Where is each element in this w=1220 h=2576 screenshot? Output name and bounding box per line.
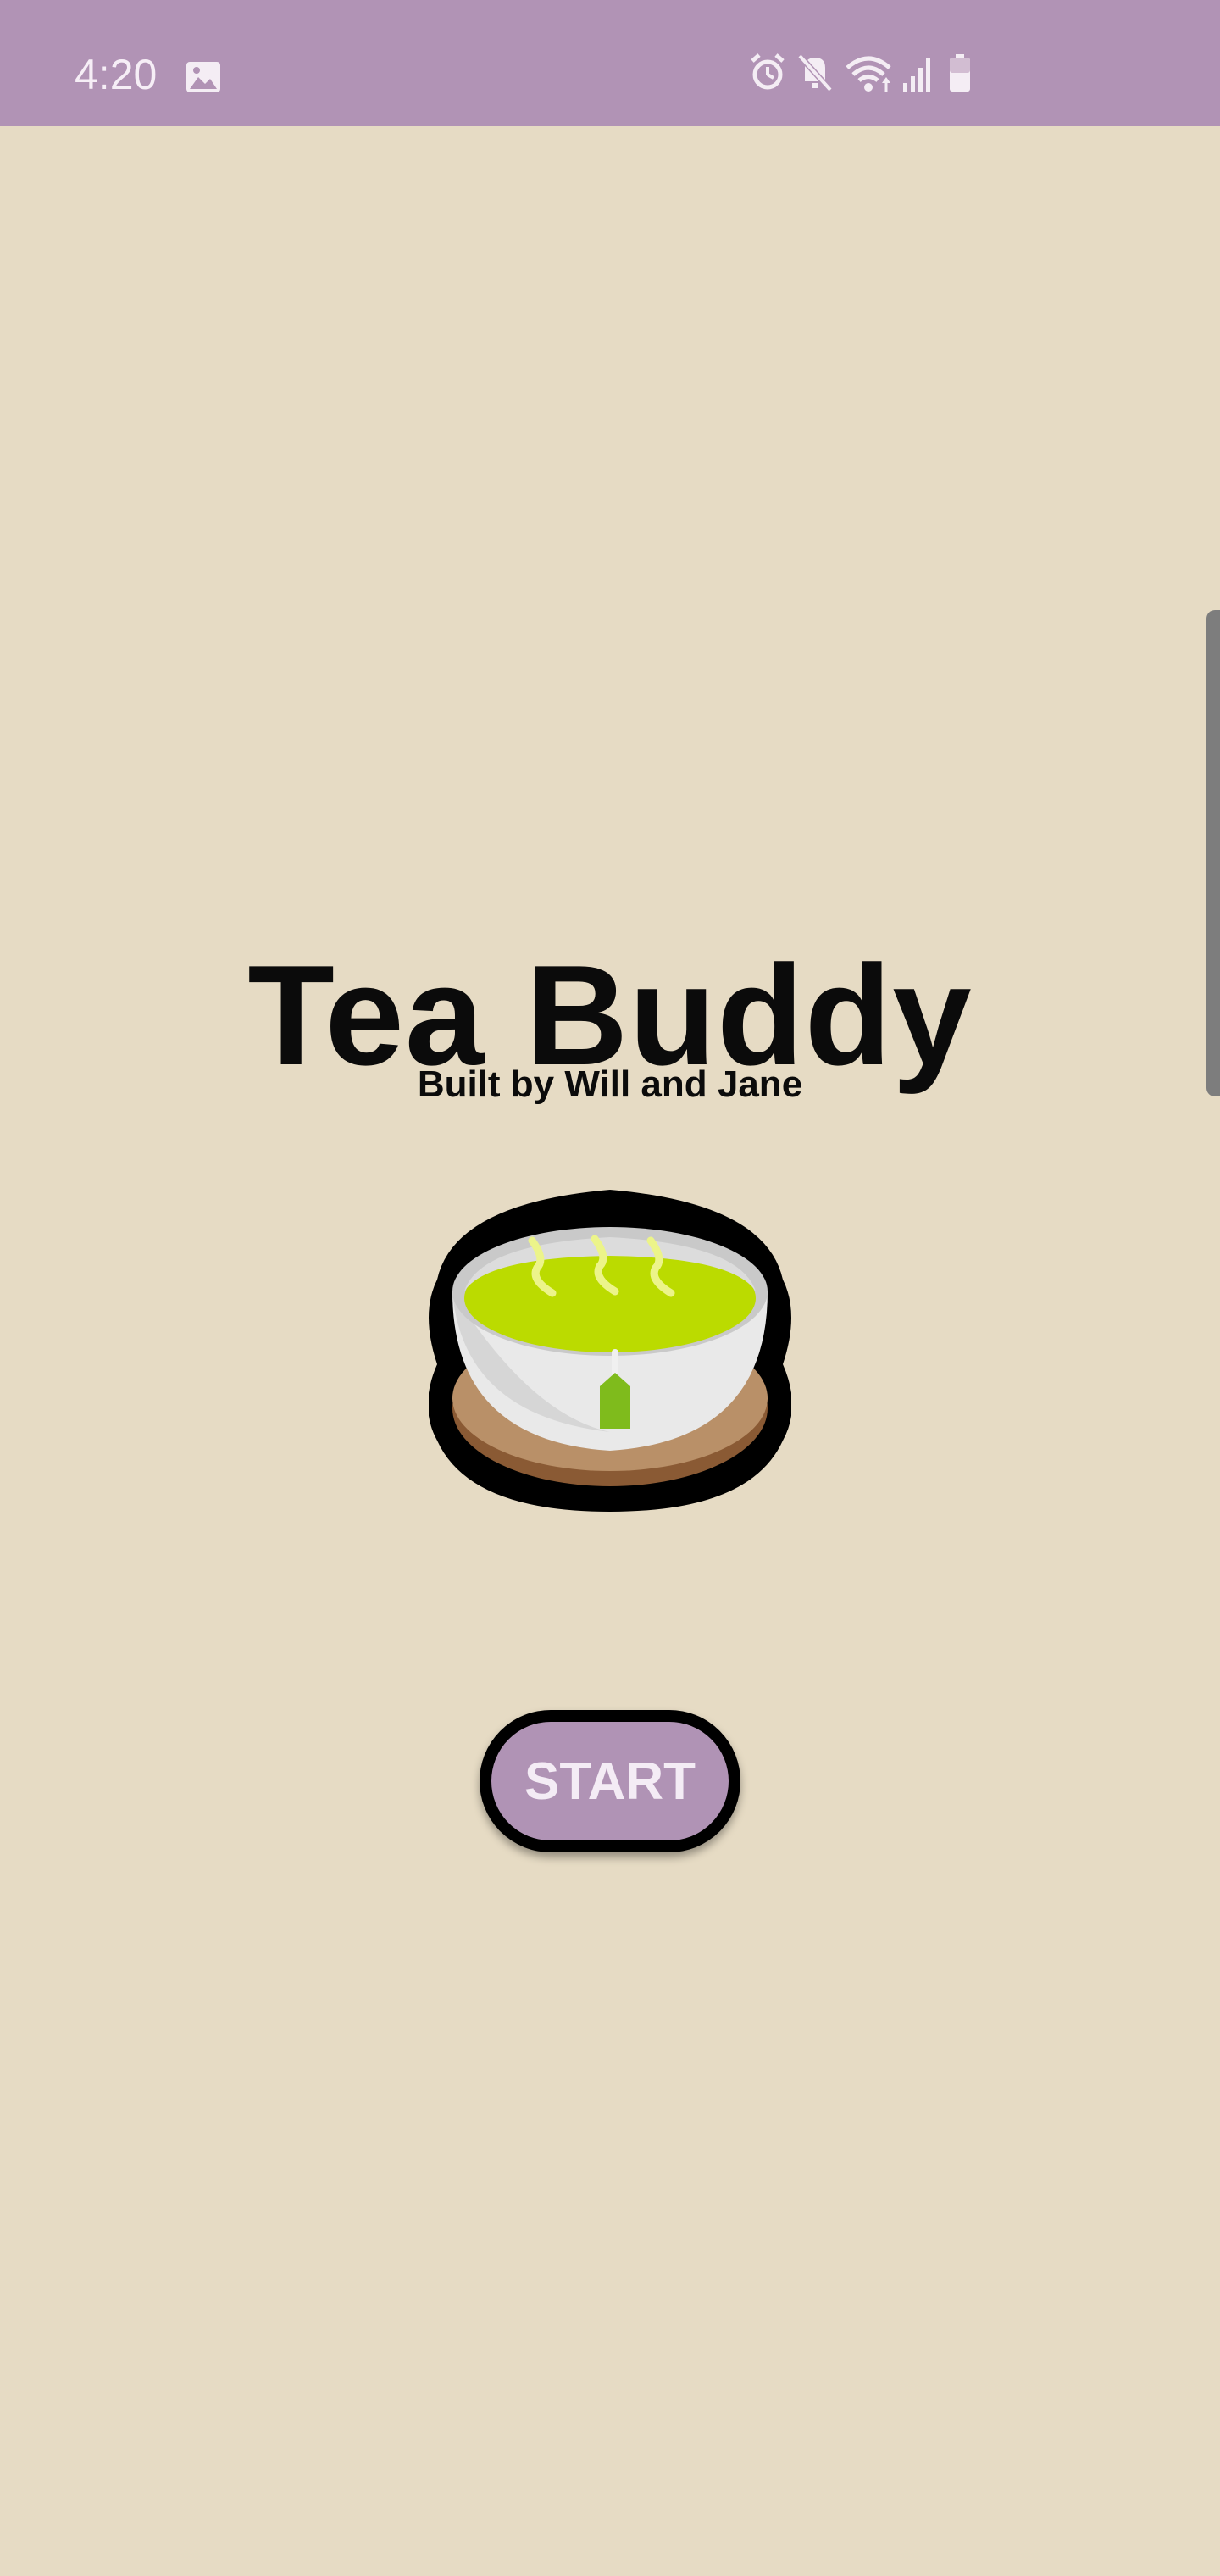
app-subtitle: Built by Will and Jane — [417, 1063, 803, 1105]
status-time: 4:20 — [75, 51, 158, 98]
gallery-icon — [185, 60, 222, 98]
tea-cup-icon — [428, 1186, 792, 1513]
status-icons — [749, 53, 979, 97]
status-bar: 4:20 — [0, 0, 1220, 126]
start-button[interactable]: START — [480, 1710, 740, 1852]
